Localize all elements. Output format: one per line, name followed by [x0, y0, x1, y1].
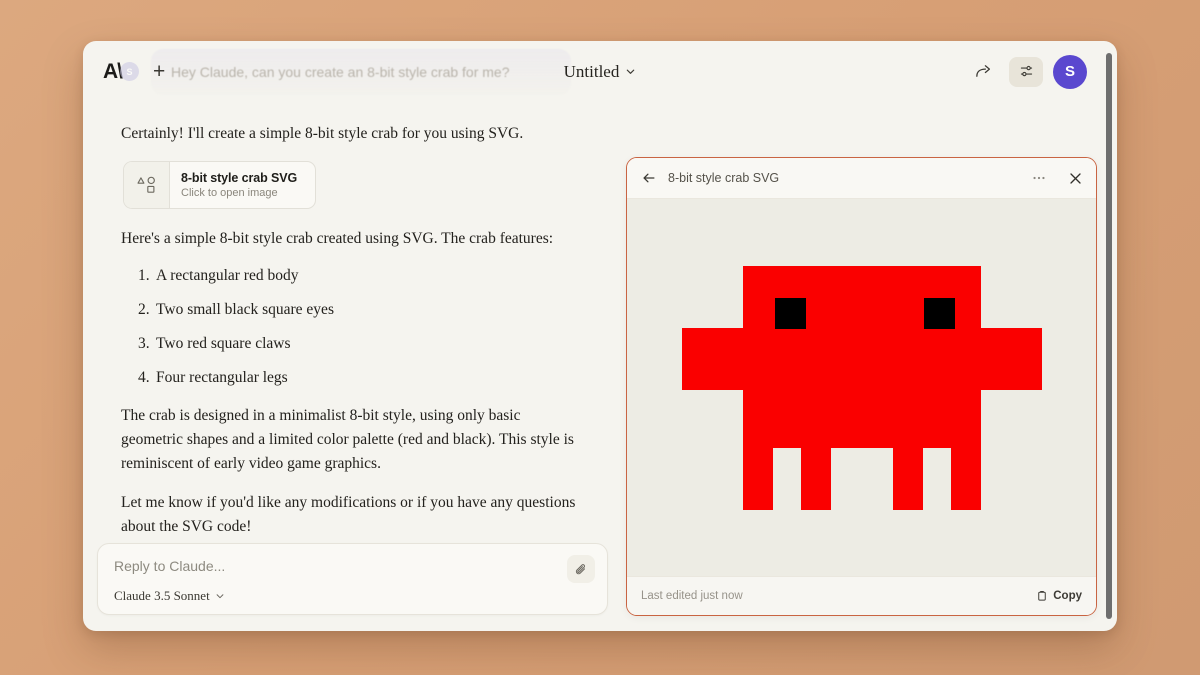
ellipsis-icon[interactable]: [1031, 170, 1047, 186]
artifact-title: 8-bit style crab SVG: [668, 171, 780, 185]
closing-paragraph: Let me know if you'd like any modificati…: [121, 493, 576, 531]
app-topbar: Hey Claude, can you create an 8-bit styl…: [83, 41, 1117, 102]
crab-right-claw: [979, 327, 1042, 390]
user-avatar[interactable]: S: [1053, 54, 1087, 89]
window-scrollbar[interactable]: [1106, 53, 1112, 619]
message-list: Certainly! I'll create a simple 8-bit st…: [97, 102, 610, 531]
reply-input[interactable]: Reply to Claude...: [114, 558, 591, 574]
brand-area: A\ S +: [103, 61, 165, 82]
assistant-intro-text: Certainly! I'll create a simple 8-bit st…: [121, 125, 524, 142]
close-icon[interactable]: [1068, 171, 1083, 186]
artifact-panel: 8-bit style crab SVG Last edited just no…: [626, 157, 1097, 616]
chevron-down-icon: [215, 591, 225, 601]
list-item: Two red square claws: [138, 334, 291, 354]
paperclip-icon: [574, 562, 589, 577]
scrolled-user-message: Hey Claude, can you create an 8-bit styl…: [151, 49, 571, 95]
app-body: Certainly! I'll create a simple 8-bit st…: [83, 102, 1117, 631]
share-icon[interactable]: [967, 56, 999, 88]
artifact-panel-header: 8-bit style crab SVG: [627, 158, 1096, 199]
attach-file-button[interactable]: [567, 555, 595, 583]
chat-title-container: Untitled: [83, 41, 1117, 102]
artifact-card-title: 8-bit style crab SVG: [181, 171, 298, 186]
mini-avatar: S: [120, 62, 139, 81]
artifact-copy-label: Copy: [1053, 590, 1082, 602]
artifact-card-meta: 8-bit style crab SVG Click to open image: [170, 162, 307, 208]
features-lead-text: Here's a simple 8-bit style crab created…: [121, 230, 554, 248]
topbar-actions: S: [967, 54, 1087, 89]
list-item: Four rectangular legs: [138, 368, 288, 388]
last-edited-label: Last edited just now: [641, 590, 743, 602]
ghost-message-text: Hey Claude, can you create an 8-bit styl…: [171, 64, 510, 80]
artifact-canvas: [627, 199, 1096, 576]
desktop-background: Hey Claude, can you create an 8-bit styl…: [0, 0, 1200, 675]
conversation-column: Certainly! I'll create a simple 8-bit st…: [83, 102, 610, 631]
crab-leg-4: [950, 447, 981, 510]
list-item: Two small black square eyes: [138, 300, 334, 320]
crab-leg-3: [892, 447, 923, 510]
artifact-panel-footer: Last edited just now Copy: [627, 576, 1096, 615]
back-arrow-icon[interactable]: [641, 170, 657, 186]
model-name: Claude 3.5 Sonnet: [114, 588, 210, 603]
crab-leg-2: [800, 447, 831, 510]
artifact-preview-card[interactable]: 8-bit style crab SVG Click to open image: [123, 161, 316, 210]
crab-right-eye: [923, 297, 955, 329]
chat-title-button[interactable]: Untitled: [564, 62, 637, 82]
style-paragraph: The crab is designed in a minimalist 8-b…: [121, 406, 574, 472]
chevron-down-icon: [625, 66, 636, 77]
clipboard-icon: [1036, 590, 1048, 602]
sliders-icon[interactable]: [1009, 56, 1043, 87]
model-selector[interactable]: Claude 3.5 Sonnet: [114, 588, 225, 604]
artifact-card-subtitle: Click to open image: [181, 187, 278, 200]
crab-left-eye: [774, 297, 806, 329]
shapes-icon: [124, 162, 170, 209]
claude-app-window: Hey Claude, can you create an 8-bit styl…: [83, 41, 1117, 631]
message-composer[interactable]: Reply to Claude... Claude 3.5 Sonnet: [97, 543, 608, 615]
crab-body: [742, 265, 981, 448]
crab-leg-1: [742, 447, 773, 510]
crab-features-list: A rectangular red body Two small black s…: [121, 266, 586, 389]
crab-svg-image: [681, 265, 1042, 510]
chat-title-text: Untitled: [563, 61, 620, 81]
crab-left-claw: [681, 327, 744, 390]
artifact-copy-button[interactable]: Copy: [1036, 590, 1082, 602]
new-chat-button[interactable]: +: [153, 61, 165, 82]
list-item: A rectangular red body: [138, 266, 299, 286]
